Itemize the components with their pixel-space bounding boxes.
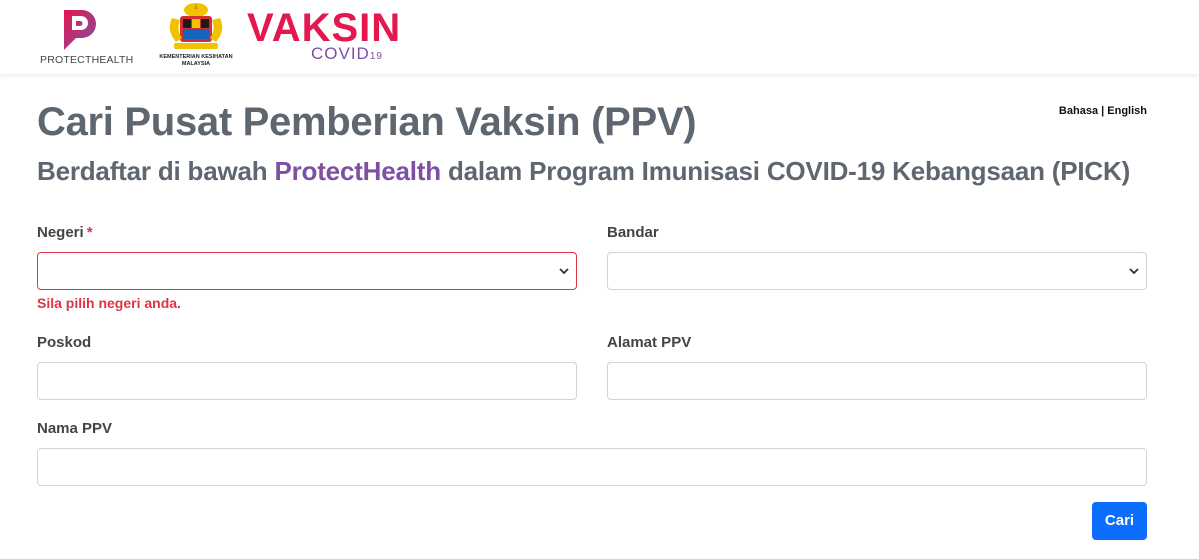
alamat-ppv-label: Alamat PPV: [607, 334, 692, 351]
protecthealth-logo[interactable]: PROTECTHEALTH: [40, 4, 134, 68]
lang-bahasa-link[interactable]: Bahasa: [1059, 105, 1098, 117]
poskod-label: Poskod: [37, 334, 92, 351]
chevron-down-icon: [1129, 268, 1139, 275]
protecthealth-wordmark: PROTECTHEALTH: [40, 54, 134, 66]
kkm-line1: KEMENTERIAN KESIHATAN: [159, 54, 233, 60]
kkm-line2: MALAYSIA: [181, 61, 211, 67]
alamat-ppv-input[interactable]: [607, 362, 1147, 400]
covid-number: 19: [369, 51, 383, 62]
bandar-select[interactable]: [607, 252, 1147, 290]
site-header: PROTECTHEALTH KEMENTERIAN KESIHATAN MALA…: [0, 0, 1199, 74]
nama-ppv-input[interactable]: [37, 448, 1147, 486]
subtitle-suffix: dalam Program Imunisasi COVID-19 Kebangs…: [440, 156, 1131, 186]
negeri-select[interactable]: [37, 252, 577, 290]
cari-button[interactable]: Cari: [1092, 502, 1147, 540]
vaksin-covid19-logo[interactable]: VAKSIN COVID19: [247, 2, 400, 68]
negeri-label: Negeri *: [37, 224, 93, 241]
language-switcher: Bahasa | English: [1059, 105, 1147, 117]
bandar-label: Bandar: [607, 224, 659, 241]
required-asterisk: *: [86, 224, 93, 241]
protecthealth-logo-icon: [64, 10, 96, 50]
nama-ppv-label: Nama PPV: [37, 420, 113, 437]
lang-separator: |: [1098, 105, 1108, 117]
page-title: Cari Pusat Pemberian Vaksin (PPV): [37, 100, 697, 144]
subtitle-prefix: Berdaftar di bawah: [37, 156, 275, 186]
poskod-input[interactable]: [37, 362, 577, 400]
negeri-label-text: Negeri: [37, 224, 84, 241]
negeri-error-message: Sila pilih negeri anda.: [37, 295, 181, 311]
coat-of-arms-icon: [169, 3, 223, 49]
covid19-wordmark: COVID19: [311, 44, 383, 64]
kkm-wordmark: KEMENTERIAN KESIHATAN MALAYSIA: [150, 54, 242, 68]
chevron-down-icon: [559, 268, 569, 275]
subtitle-brand: ProtectHealth: [274, 156, 441, 186]
kkm-logo[interactable]: KEMENTERIAN KESIHATAN MALAYSIA: [150, 0, 242, 72]
covid-text: COVID: [311, 44, 370, 63]
lang-english-link[interactable]: English: [1107, 105, 1147, 117]
page-subtitle: Berdaftar di bawah ProtectHealth dalam P…: [37, 156, 1130, 187]
